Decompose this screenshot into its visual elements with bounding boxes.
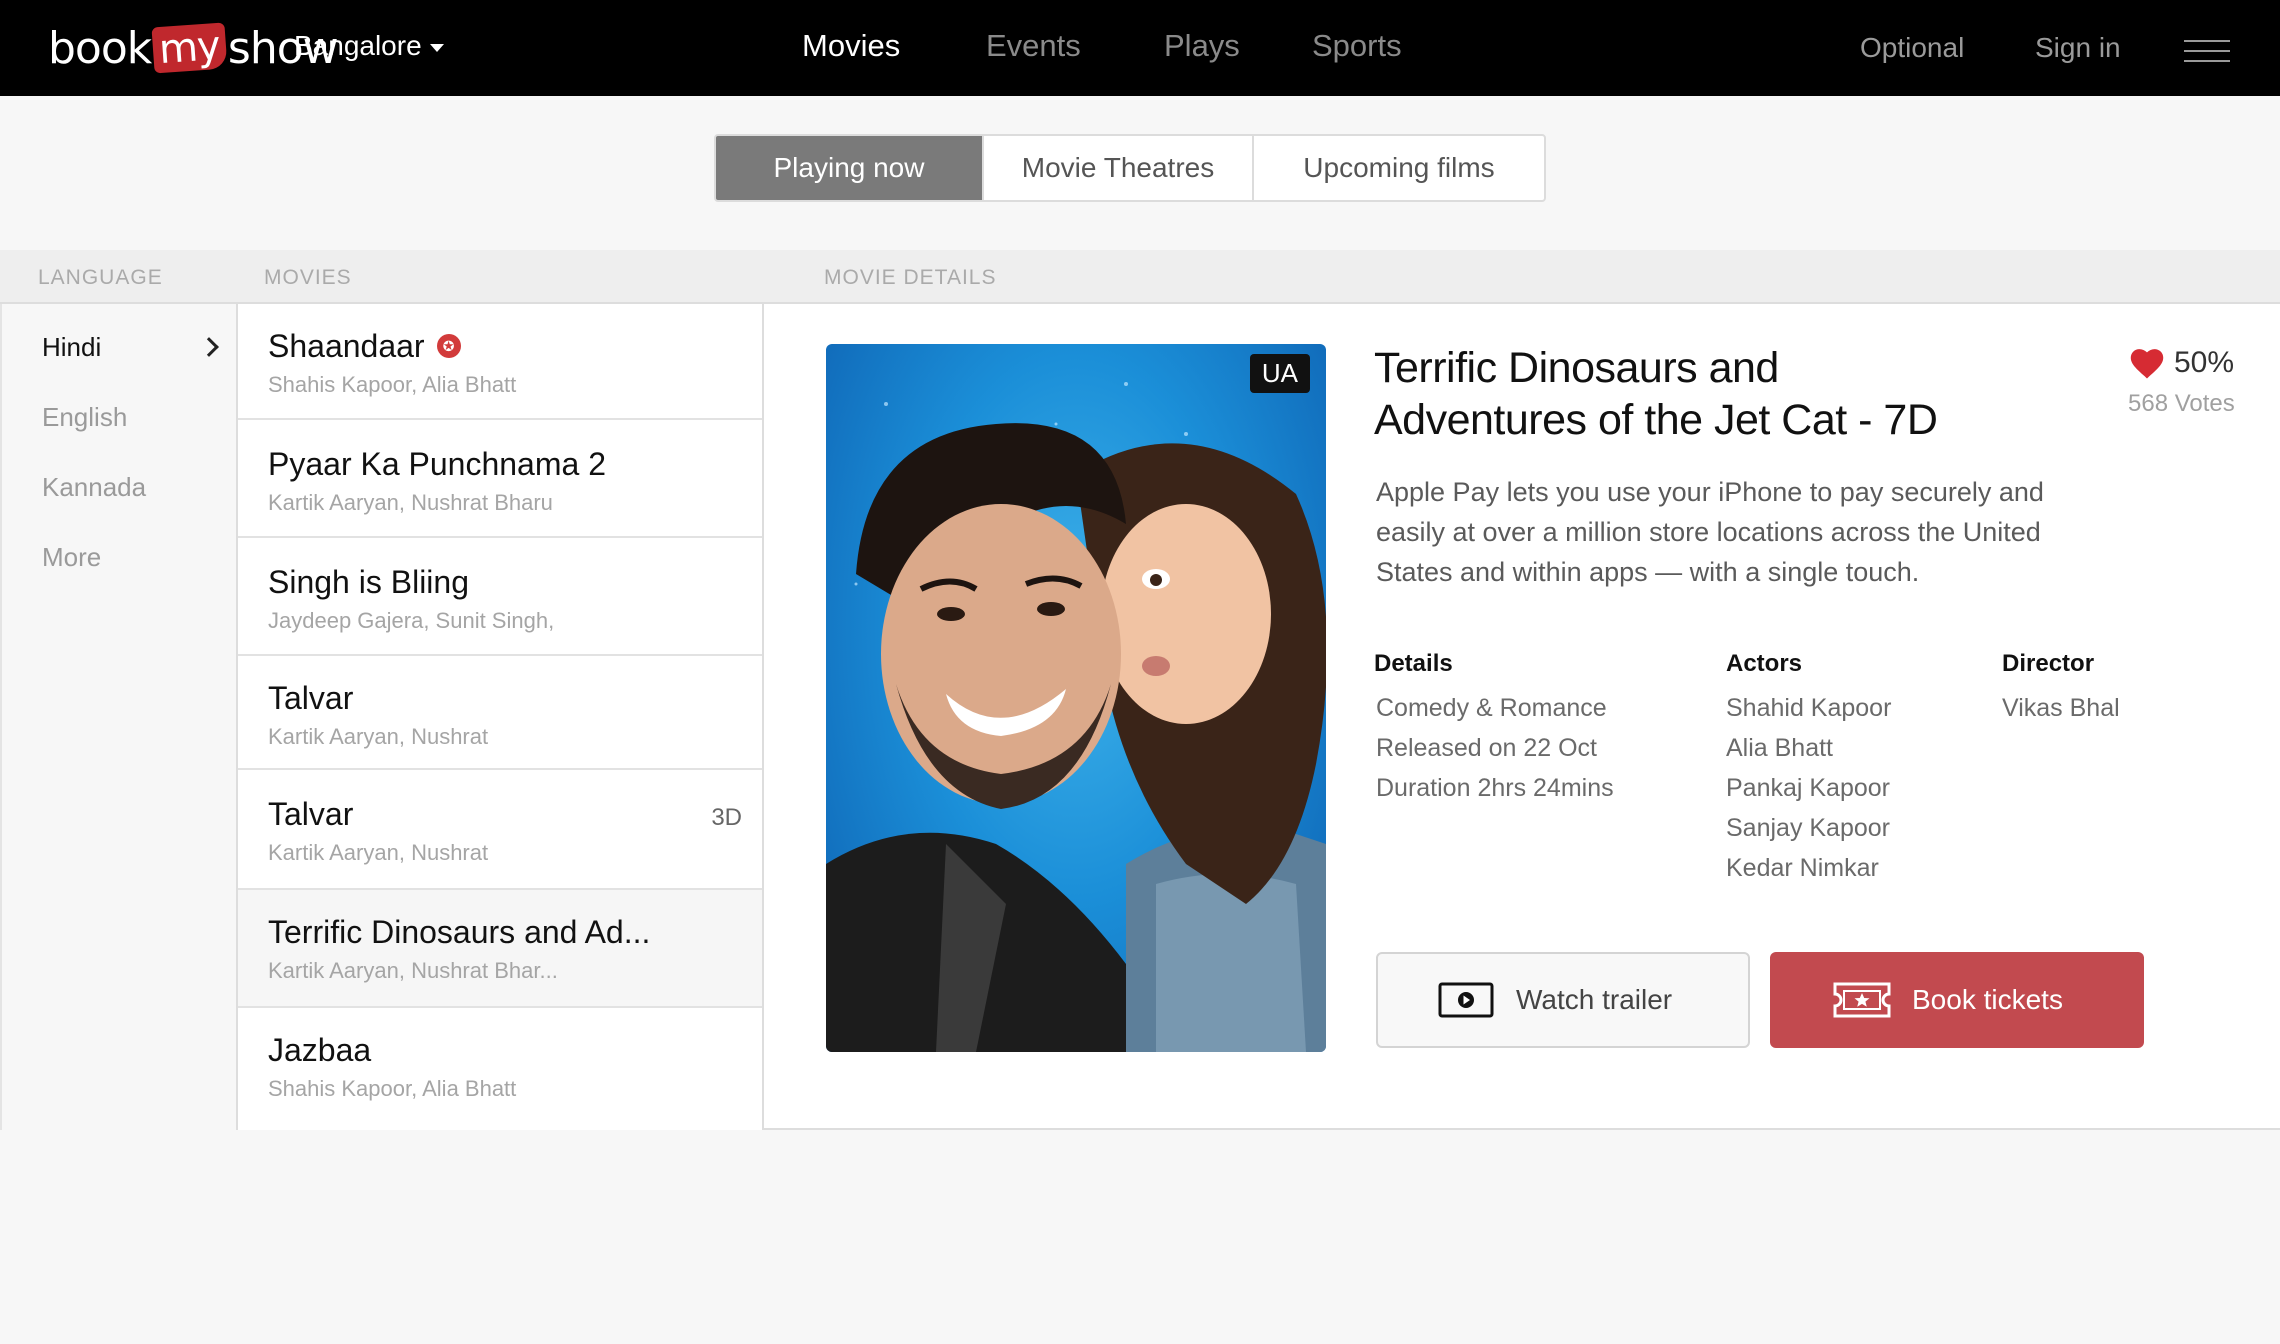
watch-trailer-button[interactable]: Watch trailer xyxy=(1376,952,1750,1048)
column-headers: LANGUAGE MOVIES MOVIE DETAILS xyxy=(0,250,2280,304)
recommended-badge-icon: ✪ xyxy=(436,333,461,358)
language-column-header: LANGUAGE xyxy=(38,266,163,289)
chevron-right-icon xyxy=(199,337,219,357)
movie-item-singh-is-bliing[interactable]: Singh is Bliing Jaydeep Gajera, Sunit Si… xyxy=(238,538,762,656)
nav-movies[interactable]: Movies xyxy=(802,28,900,64)
details-list: Comedy & Romance Released on 22 Oct Dura… xyxy=(1376,688,1614,808)
heart-icon xyxy=(2130,349,2164,379)
director-list: Vikas Bhal xyxy=(2002,688,2120,728)
logo-text-book: book xyxy=(48,22,152,74)
details-heading: Details xyxy=(1374,650,1453,677)
movie-cast: Shahis Kapoor, Alia Bhatt xyxy=(268,1076,517,1101)
watch-trailer-label: Watch trailer xyxy=(1516,984,1673,1015)
nav-events[interactable]: Events xyxy=(986,28,1081,64)
movie-item-talvar-3d[interactable]: Talvar Kartik Aaryan, Nushrat 3D xyxy=(238,770,762,890)
language-list: Hindi English Kannada More xyxy=(0,304,238,1130)
poster-illustration xyxy=(826,382,1326,1052)
movie-title: Talvar xyxy=(268,680,354,716)
movies-column-header: MOVIES xyxy=(264,266,352,289)
movie-item-pyaar-ka-punchnama-2[interactable]: Pyaar Ka Punchnama 2 Kartik Aaryan, Nush… xyxy=(238,420,762,538)
format-badge: 3D xyxy=(711,804,742,831)
movie-cast: Shahis Kapoor, Alia Bhatt xyxy=(268,372,517,397)
director-heading: Director xyxy=(2002,650,2095,677)
language-item-english[interactable]: English xyxy=(42,402,127,433)
nav-plays[interactable]: Plays xyxy=(1164,28,1240,64)
language-item-hindi[interactable]: Hindi xyxy=(42,332,101,363)
director-name[interactable]: Vikas Bhal xyxy=(2002,688,2120,728)
movie-cast: Jaydeep Gajera, Sunit Singh, xyxy=(268,608,555,633)
movie-item-jazbaa[interactable]: Jazbaa Shahis Kapoor, Alia Bhatt xyxy=(238,1008,762,1128)
movie-title: Singh is Bliing xyxy=(268,564,469,600)
book-tickets-label: Book tickets xyxy=(1912,984,2063,1015)
movie-cast: Kartik Aaryan, Nushrat xyxy=(268,840,489,865)
ticket-icon xyxy=(1833,982,1891,1018)
movie-title: Shaandaar ✪ xyxy=(268,328,461,365)
movie-cast: Kartik Aaryan, Nushrat Bhar... xyxy=(268,958,558,983)
movie-cast: Kartik Aaryan, Nushrat Bharu xyxy=(268,490,553,515)
actors-heading: Actors xyxy=(1726,650,1803,677)
movie-item-terrific-dinosaurs[interactable]: Terrific Dinosaurs and Ad... Kartik Aary… xyxy=(238,890,762,1008)
rating-percent: 50% xyxy=(2174,346,2235,379)
movie-title: Pyaar Ka Punchnama 2 xyxy=(268,446,606,482)
movie-title: Terrific Dinosaurs and Ad... xyxy=(268,914,651,950)
movie-poster[interactable]: UA xyxy=(826,344,1326,1052)
actor-name[interactable]: Pankaj Kapoor xyxy=(1726,768,1891,808)
caret-down-icon xyxy=(429,44,444,52)
tab-movie-theatres[interactable]: Movie Theatres xyxy=(984,136,1254,200)
sign-in-link[interactable]: Sign in xyxy=(2035,32,2121,64)
detail-duration: Duration 2hrs 24mins xyxy=(1376,774,1614,802)
top-navbar: book my show Bangalore Movies Events Plays… xyxy=(0,0,2280,96)
actors-list: Shahid Kapoor Alia Bhatt Pankaj Kapoor S… xyxy=(1726,688,1891,888)
movie-title: Jazbaa xyxy=(268,1032,372,1068)
nav-optional[interactable]: Optional xyxy=(1860,32,1964,64)
actor-name[interactable]: Kedar Nimkar xyxy=(1726,848,1891,888)
movie-list: Shaandaar ✪ Shahis Kapoor, Alia Bhatt Pya… xyxy=(238,304,764,1130)
movie-item-talvar[interactable]: Talvar Kartik Aaryan, Nushrat xyxy=(238,656,762,770)
details-column-header: MOVIE DETAILS xyxy=(824,266,997,289)
actor-name[interactable]: Sanjay Kapoor xyxy=(1726,808,1891,848)
movie-cast: Kartik Aaryan, Nushrat xyxy=(268,724,489,749)
video-play-icon xyxy=(1438,982,1494,1018)
nav-sports[interactable]: Sports xyxy=(1312,28,1402,64)
language-item-more[interactable]: More xyxy=(42,542,101,573)
menu-icon[interactable] xyxy=(2184,40,2230,62)
movie-description: Apple Pay lets you use your iPhone to pa… xyxy=(1376,477,2044,587)
logo-text-my: my xyxy=(151,22,228,74)
actor-name[interactable]: Shahid Kapoor xyxy=(1726,688,1891,728)
city-selector[interactable]: Bangalore xyxy=(294,30,444,62)
movie-details-panel: UA Terrific Dinosaurs and Adventures of … xyxy=(764,304,2280,1130)
rating: 50% xyxy=(2128,346,2234,380)
tab-playing-now[interactable]: Playing now xyxy=(716,136,984,200)
vote-count: 568 Votes xyxy=(2128,390,2235,417)
view-tabs: Playing now Movie Theatres Upcoming film… xyxy=(714,134,1546,202)
movie-title-heading: Terrific Dinosaurs and Adventures of the… xyxy=(1374,344,1938,444)
language-item-kannada[interactable]: Kannada xyxy=(42,472,146,503)
book-tickets-button[interactable]: Book tickets xyxy=(1770,952,2144,1048)
city-label: Bangalore xyxy=(294,30,422,61)
movie-item-shaandaar[interactable]: Shaandaar ✪ Shahis Kapoor, Alia Bhatt xyxy=(238,304,762,420)
detail-genre: Comedy & Romance xyxy=(1376,694,1607,722)
detail-release: Released on 22 Oct xyxy=(1376,734,1597,762)
certificate-badge: UA xyxy=(1249,354,1310,393)
actor-name[interactable]: Alia Bhatt xyxy=(1726,728,1891,768)
movie-title: Talvar xyxy=(268,796,354,832)
tab-upcoming-films[interactable]: Upcoming films xyxy=(1254,136,1544,200)
